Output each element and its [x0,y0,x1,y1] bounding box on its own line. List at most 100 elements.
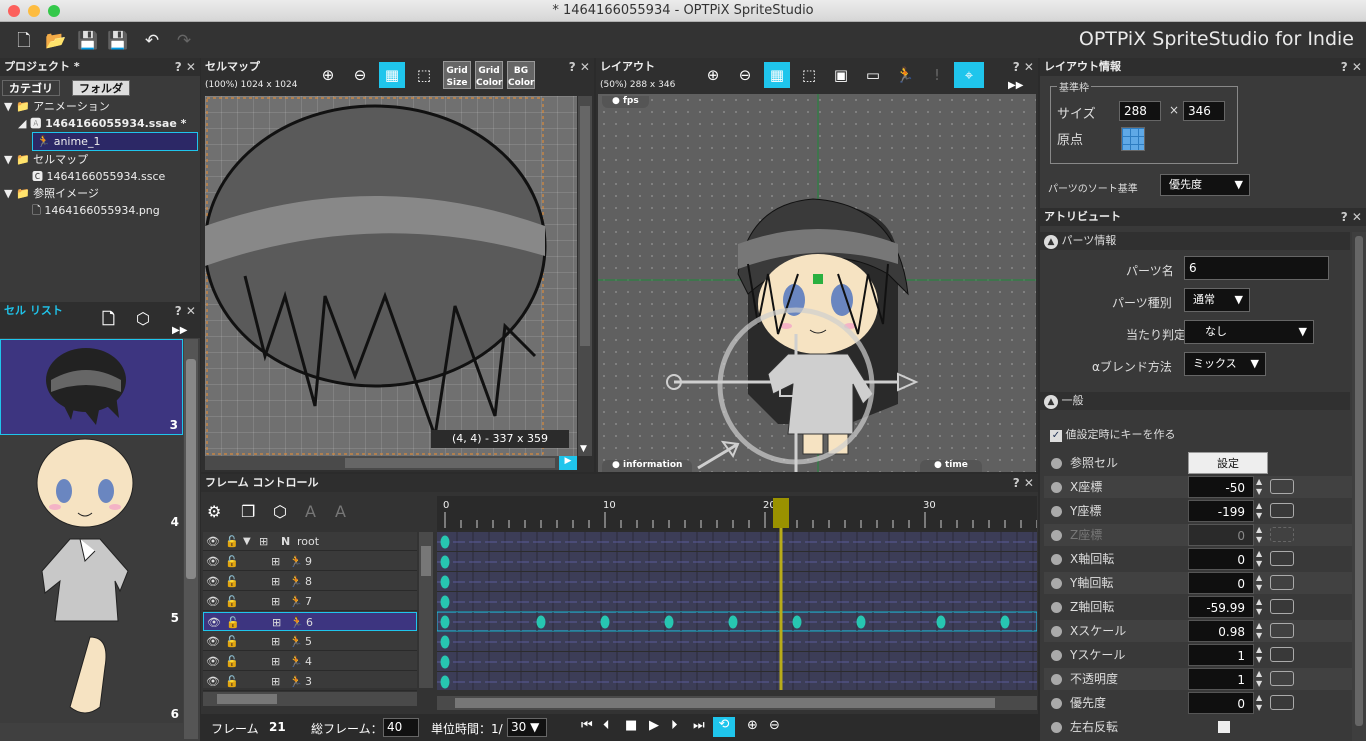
select-tool-icon[interactable]: ⬚ [796,62,822,88]
bg-color-button[interactable]: BG Color [507,61,535,89]
spinner-icon[interactable]: ▲ ▼ [1256,525,1262,545]
fps-tag[interactable]: ● fps [602,96,649,108]
add-part-icon[interactable]: ⚙ [207,502,221,521]
zoom-out-icon[interactable]: ⊖ [347,62,373,88]
timeline-svg[interactable]: 0 10 20 30 [436,496,1050,691]
attr-reset-button[interactable] [1270,503,1294,518]
panel-buttons[interactable]: ? ✕ [175,58,196,76]
spinner-icon[interactable]: ▲ ▼ [1256,645,1262,665]
grid-toggle-icon[interactable]: ▦ [379,62,405,88]
figure-icon[interactable]: 🏃 [892,62,918,88]
track-row[interactable]: 👁 🔓 ⊞ 🏃 3 [203,672,417,691]
spinner-icon[interactable]: ▲ ▼ [1256,669,1262,689]
attribute-scrollbar[interactable] [1352,232,1366,741]
spinner-icon[interactable]: ▲ ▼ [1256,549,1262,569]
tree-item[interactable]: ◢ 🅰 1464166055934.ssae * [4,115,198,132]
tree-item[interactable]: ▼ 📁 参照イメージ [4,185,198,202]
open-folder-icon[interactable]: 📂 [44,30,68,52]
attr-reset-button[interactable] [1270,527,1294,542]
redo-icon[interactable]: ↷ [172,30,196,52]
radio-icon[interactable] [1051,578,1062,589]
origin-picker[interactable] [1121,127,1145,151]
track-row[interactable]: 👁 🔓 ⊞ 🏃 4 [203,652,417,671]
timeline-hscroll[interactable] [437,696,1037,710]
spinner-icon[interactable]: ▲ ▼ [1256,621,1262,641]
track-hscroll[interactable] [203,692,417,706]
attr-reset-button[interactable] [1270,575,1294,590]
minimize-window-button[interactable] [28,5,40,17]
cell-part-icon[interactable]: ⬡ [273,502,287,521]
panel-buttons[interactable]: ? ✕ [1341,208,1362,226]
tree-item[interactable]: 🅲 1464166055934.ssce [4,168,198,185]
track-row[interactable]: 👁 🔓 ⊞ 🏃 9 [203,552,417,571]
tree-item[interactable]: ▼ 📁 アニメーション [4,98,198,115]
panel-buttons[interactable]: ? ✕ [1013,58,1034,76]
track-row[interactable]: 👁 🔓 ⊞ 🏃 7 [203,592,417,611]
expand-icon[interactable]: ▶▶ [172,322,187,340]
loop-icon[interactable]: ⟲ [713,717,735,737]
hit-icon[interactable]: ! [924,62,950,88]
ref-cell-set-button[interactable]: 設定 [1188,452,1268,474]
expand-icon[interactable]: ▶▶ [1008,80,1023,91]
attr-value-input[interactable]: 1 [1188,668,1254,690]
new-cell-icon[interactable]: 🗋 [102,310,115,328]
cellmap-canvas[interactable]: (4, 4) - 337 x 359 [205,96,577,456]
transform-tool-icon[interactable]: ⌖ [954,62,984,88]
last-frame-icon[interactable]: ⏭ [693,718,705,733]
layout-canvas[interactable]: ● fps ● information ● time [598,94,1036,472]
parts-name-input[interactable]: 6 [1184,256,1329,280]
zoom-out-icon[interactable]: ⊖ [769,718,780,733]
attr-reset-button[interactable] [1270,479,1294,494]
grid-size-button[interactable]: Grid Size [443,61,471,89]
cell-item[interactable]: 5 [0,531,183,627]
spinner-icon[interactable]: ▲ ▼ [1256,477,1262,497]
unit-time-select[interactable]: 30 ▼ [507,718,547,737]
track-vscroll[interactable] [419,532,433,688]
new-file-icon[interactable]: 🗋 [12,30,36,52]
save-all-icon[interactable]: 💾 [106,30,130,52]
zoom-in-icon[interactable]: ⊕ [315,62,341,88]
cell-list-scrollbar[interactable] [184,339,198,739]
panel-buttons[interactable]: ? ✕ [1013,474,1034,492]
width-input[interactable]: 288 [1119,101,1161,121]
spinner-icon[interactable]: ▲ ▼ [1256,693,1262,713]
attr-value-input[interactable]: -59.99 [1188,596,1254,618]
bounds-icon[interactable]: ▣ [828,62,854,88]
tab-category[interactable]: カテゴリ [2,80,60,96]
track-row[interactable]: 👁 🔓 ⊞ 🏃 8 [203,572,417,591]
cell-item[interactable]: 6 [0,627,183,723]
radio-icon[interactable] [1051,506,1062,517]
height-input[interactable]: 346 [1183,101,1225,121]
spinner-icon[interactable]: ▲ ▼ [1256,573,1262,593]
attr-value-input[interactable]: 0 [1188,692,1254,714]
frame-icon[interactable]: ▭ [860,62,886,88]
zoom-out-icon[interactable]: ⊖ [732,62,758,88]
flip-checkbox[interactable] [1218,721,1230,733]
total-frame-input[interactable]: 40 [383,718,419,737]
attr-reset-button[interactable] [1270,671,1294,686]
radio-icon[interactable] [1051,698,1062,709]
attr-value-input[interactable]: -50 [1188,476,1254,498]
section-general[interactable]: ▲ 一般 [1040,392,1350,410]
track-row[interactable]: 👁 🔓 ⊞ 🏃 5 [203,632,417,651]
save-icon[interactable]: 💾 [76,30,100,52]
radio-icon[interactable] [1051,482,1062,493]
parts-type-select[interactable]: 通常 ▼ [1184,288,1250,312]
cell-select-icon[interactable]: ⬚ [411,62,437,88]
sort-select[interactable]: 優先度 ▼ [1160,174,1250,196]
prev-frame-icon[interactable]: ⏴ [603,718,610,733]
radio-icon[interactable] [1051,650,1062,661]
grid-toggle-icon[interactable]: ▦ [764,62,790,88]
track-row-selected[interactable]: 👁 🔓 ⊞ 🏃 6 [203,612,417,631]
section-parts[interactable]: ▲ パーツ情報 [1040,232,1350,250]
stop-icon[interactable]: ■ [625,718,637,733]
play-icon[interactable]: ▶ [649,718,659,733]
attr-value-input[interactable]: 0 [1188,524,1254,546]
tab-folder[interactable]: フォルダ [72,80,130,96]
tree-item[interactable]: ▼ 📁 セルマップ [4,151,198,168]
attr-value-input[interactable]: 1 [1188,644,1254,666]
next-frame-icon[interactable]: ⏵ [671,718,678,733]
spinner-icon[interactable]: ▲ ▼ [1256,501,1262,521]
information-tag[interactable]: ● information [602,460,693,472]
attr-reset-button[interactable] [1270,647,1294,662]
